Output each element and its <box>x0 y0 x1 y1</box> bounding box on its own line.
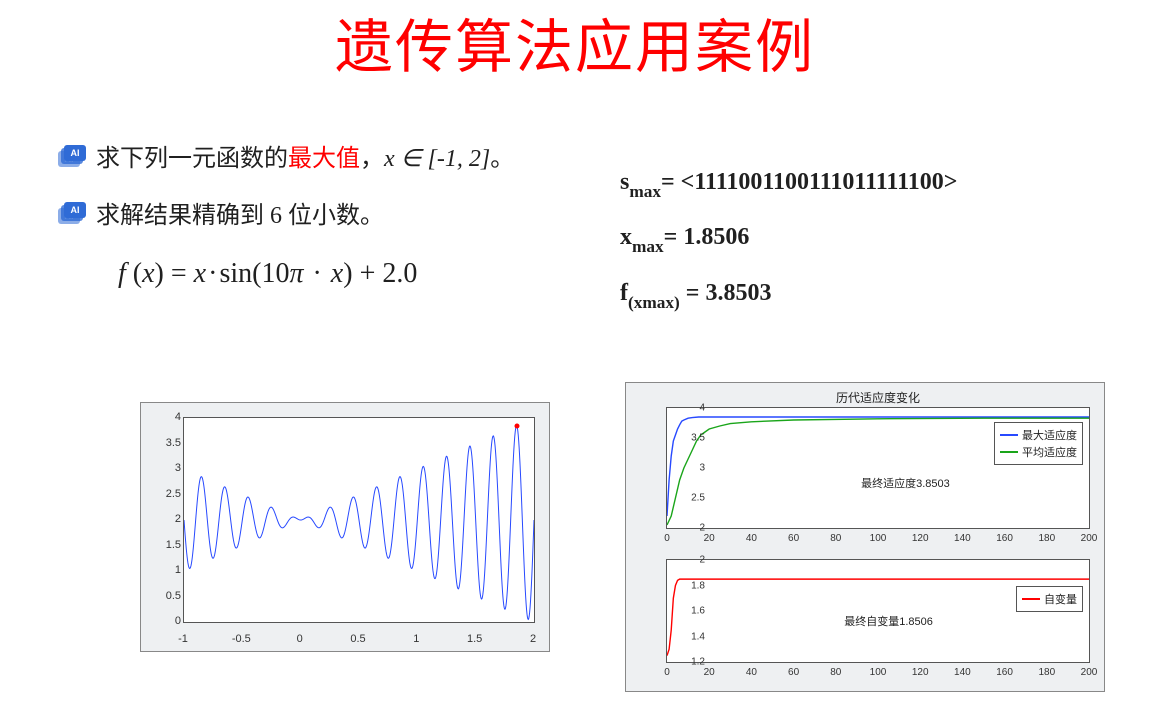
legend-avg-fit: 平均适应度 <box>1022 444 1077 460</box>
legend-xvar: 自变量 <box>1044 591 1077 607</box>
result-fmax: f(xmax) = 3.8503 <box>620 269 1120 318</box>
x-label: x <box>620 224 632 250</box>
f-sub: (xmax) <box>628 293 680 312</box>
bullet-1-tail: 。 <box>490 146 514 172</box>
bullet-2-prefix: 求解结果精确到 <box>96 203 264 229</box>
f-label: f <box>620 280 628 306</box>
fitness-annotation: 最终适应度3.8503 <box>861 475 950 491</box>
bullet-1-text: 求下列一元函数的最大值，x ∈ [-1, 2]。 <box>96 138 514 173</box>
x-val: = 1.8506 <box>664 224 750 250</box>
bullet-2-text: 求解结果精确到 6 位小数。 <box>96 195 384 230</box>
results-block: smax= <1111001100111011111100> xmax= 1.8… <box>620 158 1120 324</box>
s-sub: max <box>629 182 661 201</box>
result-xmax: xmax= 1.8506 <box>620 213 1120 262</box>
bullet-2: AIAIAI 求解结果精确到 6 位小数。 <box>58 195 578 230</box>
bullet-2-num: 6 <box>264 203 288 229</box>
bullet-1-suffix: ， <box>360 146 384 172</box>
left-column: AIAIAI 求下列一元函数的最大值，x ∈ [-1, 2]。 AIAIAI 求… <box>58 138 578 290</box>
ai-icon: AIAIAI <box>58 145 86 167</box>
function-plot: 00.511.522.533.54-1-0.500.511.52 <box>140 402 550 652</box>
s-val: = <1111001100111011111100> <box>661 169 957 195</box>
bullet-1: AIAIAI 求下列一元函数的最大值，x ∈ [-1, 2]。 <box>58 138 578 173</box>
bullet-1-highlight: 最大值 <box>288 146 360 172</box>
s-label: s <box>620 169 629 195</box>
x-sub: max <box>632 237 664 256</box>
fitness-plot-title: 历代适应度变化 <box>666 389 1090 406</box>
equation: f (x) = x·sin(10π · x) + 2.0 <box>118 258 578 290</box>
max-point-marker <box>514 423 519 428</box>
ai-icon: AIAIAI <box>58 202 86 224</box>
bullet-1-prefix: 求下列一元函数的 <box>96 146 288 172</box>
function-curve <box>184 418 534 622</box>
result-smax: smax= <1111001100111011111100> <box>620 158 1120 207</box>
f-val: = 3.8503 <box>680 280 772 306</box>
fitness-legend: 最大适应度 平均适应度 <box>994 422 1083 465</box>
legend-max-fit: 最大适应度 <box>1022 427 1077 443</box>
bullet-2-suffix: 位小数。 <box>288 203 384 229</box>
xvar-legend: 自变量 <box>1016 586 1083 612</box>
bullet-1-math: x ∈ [-1, 2] <box>384 146 490 172</box>
slide-title: 遗传算法应用案例 <box>0 0 1150 84</box>
xvar-axes: 自变量 最终自变量1.8506 1.21.41.61.8202040608010… <box>666 559 1090 663</box>
function-plot-axes <box>183 417 535 623</box>
ga-progress-plot: 历代适应度变化 最大适应度 平均适应度 最终适应度3.8503 22.533.5… <box>625 382 1105 692</box>
fitness-axes: 最大适应度 平均适应度 最终适应度3.8503 22.533.540204060… <box>666 407 1090 529</box>
xvar-annotation: 最终自变量1.8506 <box>844 613 933 629</box>
